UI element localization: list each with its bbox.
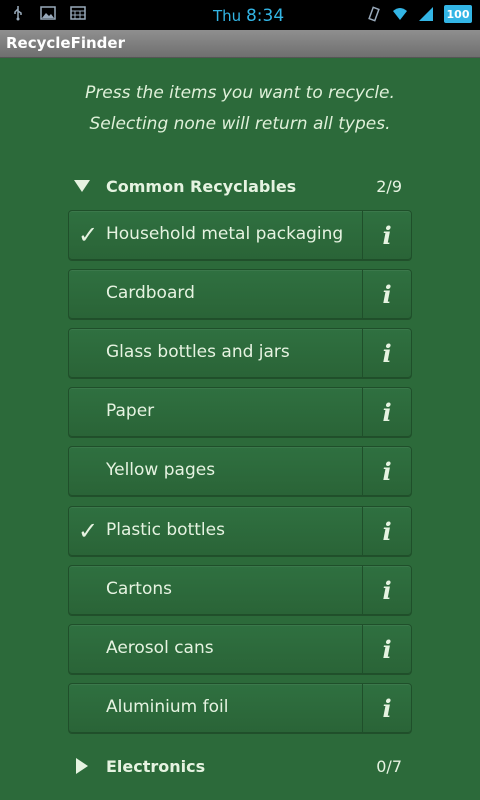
notification-icons — [10, 5, 86, 21]
list-item[interactable]: Aerosol cans i — [68, 624, 412, 674]
list-item[interactable]: Cardboard i — [68, 269, 412, 319]
instruction-line-1: Press the items you want to recycle. — [85, 83, 395, 103]
info-icon[interactable]: i — [362, 388, 411, 436]
app-title: RecycleFinder — [6, 34, 125, 52]
list-item[interactable]: Yellow pages i — [68, 446, 412, 496]
list-item[interactable]: ✓ Plastic bottles i — [68, 506, 412, 556]
item-label: Cartons — [106, 579, 172, 599]
checkmark-icon: ✓ — [77, 517, 99, 545]
system-icons: 100 — [366, 5, 472, 23]
item-label: Aerosol cans — [106, 638, 214, 658]
clock: Thu 8:34 — [213, 6, 284, 26]
section-count: 0/7 — [376, 756, 402, 776]
calendar-icon — [70, 6, 86, 20]
list-item[interactable]: Cartons i — [68, 565, 412, 615]
info-icon[interactable]: i — [362, 625, 411, 673]
list-item[interactable]: Paper i — [68, 387, 412, 437]
battery-indicator: 100 — [444, 5, 472, 23]
expand-arrow-icon — [74, 180, 90, 192]
list-item[interactable]: ✓ Household metal packaging i — [68, 210, 412, 260]
info-icon[interactable]: i — [362, 329, 411, 377]
title-bar: RecycleFinder — [0, 30, 480, 58]
item-label: Plastic bottles — [106, 520, 225, 540]
info-icon[interactable]: i — [362, 507, 411, 555]
section-name: Common Recyclables — [106, 176, 297, 196]
status-bar: Thu 8:34 100 — [0, 0, 480, 30]
collapse-arrow-icon — [76, 758, 88, 774]
gallery-icon — [40, 6, 56, 20]
item-label: Cardboard — [106, 283, 195, 303]
info-icon[interactable]: i — [362, 211, 411, 259]
signal-icon — [419, 7, 433, 21]
clock-time: 8:34 — [245, 6, 285, 26]
section-name: Electronics — [106, 756, 206, 776]
item-label: Yellow pages — [106, 460, 216, 480]
vibrate-icon — [368, 6, 380, 22]
item-label: Paper — [106, 401, 155, 421]
info-icon[interactable]: i — [362, 270, 411, 318]
item-label: Glass bottles and jars — [106, 342, 290, 362]
section-header-electronics[interactable]: Electronics 0/7 — [68, 746, 412, 786]
section-count: 2/9 — [376, 176, 402, 196]
item-label: Household metal packaging — [106, 224, 344, 244]
usb-icon — [14, 6, 22, 21]
section-header-common-recyclables[interactable]: Common Recyclables 2/9 — [68, 166, 412, 206]
instruction-line-2: Selecting none will return all types. — [89, 114, 391, 134]
checkmark-icon: ✓ — [77, 221, 99, 249]
item-label: Aluminium foil — [106, 697, 229, 717]
info-icon[interactable]: i — [362, 447, 411, 495]
info-icon[interactable]: i — [362, 684, 411, 732]
info-icon[interactable]: i — [362, 566, 411, 614]
list-item[interactable]: Aluminium foil i — [68, 683, 412, 733]
list-item[interactable]: Glass bottles and jars i — [68, 328, 412, 378]
wifi-icon — [393, 8, 407, 20]
instructions: Press the items you want to recycle. Sel… — [0, 78, 480, 140]
clock-day: Thu — [213, 7, 242, 25]
